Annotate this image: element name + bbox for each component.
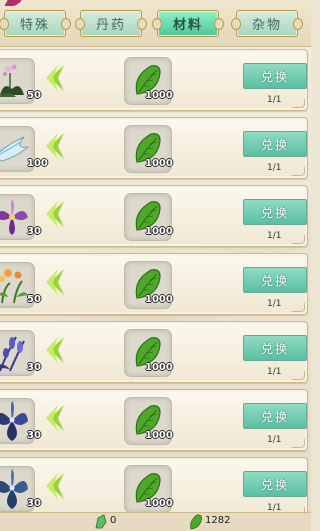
exchange-limit: 1/1 (267, 95, 282, 105)
corner-ribbon-icon (4, 0, 22, 6)
cost-quantity: 1000 (145, 294, 173, 305)
exchange-row: 30 1000 兑换 1/1 (0, 185, 308, 247)
currency-first-value: 0 (110, 515, 117, 526)
cost-quantity: 1000 (145, 430, 173, 441)
exchange-row: 50 1000 兑换 1/1 (0, 253, 308, 315)
exchange-button[interactable]: 兑换 (243, 131, 307, 157)
green-gem-icon (95, 514, 107, 529)
exchange-row: 100 1000 兑换 1/1 (0, 117, 308, 179)
exchange-button[interactable]: 兑换 (243, 471, 307, 497)
arrow-left-icon (46, 133, 64, 159)
green-leaf-icon (190, 514, 202, 530)
currency-second-value: 1282 (205, 515, 231, 526)
exchange-row: 30 1000 兑换 1/1 (0, 321, 308, 383)
cost-quantity: 1000 (145, 226, 173, 237)
reward-quantity: 30 (27, 498, 41, 509)
reward-quantity: 30 (27, 362, 41, 373)
exchange-limit: 1/1 (267, 231, 282, 241)
arrow-left-icon (46, 65, 64, 91)
arrow-left-icon (46, 405, 64, 431)
exchange-limit: 1/1 (267, 299, 282, 309)
arrow-left-icon (46, 337, 64, 363)
cost-quantity: 1000 (145, 362, 173, 373)
tab-misc[interactable]: 杂物 (231, 10, 303, 37)
reward-quantity: 50 (27, 294, 41, 305)
cost-quantity: 1000 (145, 498, 173, 509)
exchange-row: 30 1000 兑换 1/1 (0, 389, 308, 451)
cost-quantity: 1000 (145, 158, 173, 169)
category-tab-bar: 特殊 丹药 材料 杂物 (0, 0, 311, 47)
exchange-limit: 1/1 (267, 435, 282, 445)
tab-pills[interactable]: 丹药 (75, 10, 147, 37)
exchange-button[interactable]: 兑换 (243, 335, 307, 361)
exchange-row: 50 1000 兑换 1/1 (0, 49, 308, 111)
exchange-limit: 1/1 (267, 163, 282, 173)
arrow-left-icon (46, 473, 64, 499)
exchange-row: 30 1000 兑换 1/1 (0, 457, 308, 519)
exchange-button[interactable]: 兑换 (243, 63, 307, 89)
currency-bar: 0 1282 (0, 512, 311, 531)
exchange-limit: 1/1 (267, 367, 282, 377)
tab-materials[interactable]: 材料 (152, 10, 224, 37)
exchange-button[interactable]: 兑换 (243, 267, 307, 293)
exchange-button[interactable]: 兑换 (243, 199, 307, 225)
reward-quantity: 30 (27, 226, 41, 237)
arrow-left-icon (46, 201, 64, 227)
cost-quantity: 1000 (145, 90, 173, 101)
reward-quantity: 50 (27, 90, 41, 101)
arrow-left-icon (46, 269, 64, 295)
tab-special[interactable]: 特殊 (0, 10, 71, 37)
reward-quantity: 30 (27, 430, 41, 441)
exchange-button[interactable]: 兑换 (243, 403, 307, 429)
